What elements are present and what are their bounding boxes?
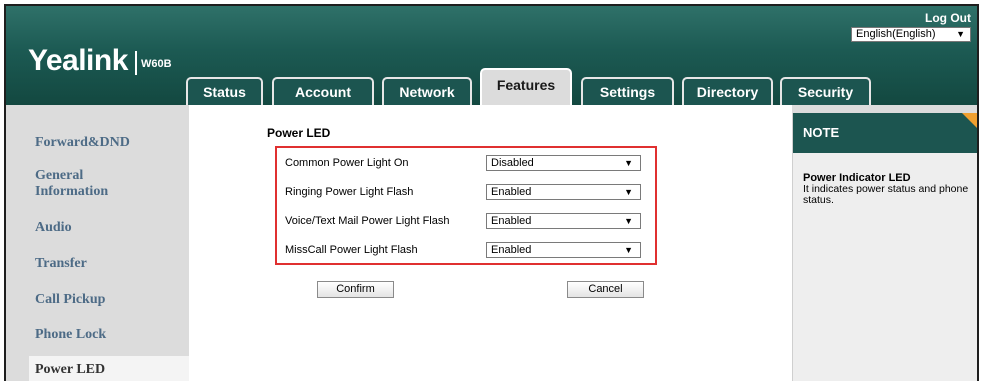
note-title: NOTE: [803, 125, 840, 140]
sidebar-nav: Forward&DND General Information Audio Tr…: [6, 105, 189, 381]
sidebar-item-transfer[interactable]: Transfer: [35, 256, 87, 272]
tab-status[interactable]: Status: [186, 77, 263, 105]
tab-features[interactable]: Features: [480, 68, 572, 105]
chevron-down-icon: ▼: [624, 187, 633, 197]
ringing-power-light-label: Ringing Power Light Flash: [285, 186, 414, 198]
yealink-logo: Yealink: [28, 44, 128, 77]
chevron-down-icon: ▼: [624, 216, 633, 226]
chevron-down-icon: ▼: [624, 245, 633, 255]
sidebar-item-general-information[interactable]: General Information: [35, 168, 135, 200]
sidebar-item-power-led[interactable]: Power LED: [29, 356, 189, 381]
note-header: NOTE: [793, 113, 977, 153]
app-frame: Yealink W60B Log Out English(English) ▼ …: [4, 4, 979, 381]
language-select[interactable]: English(English) ▼: [851, 27, 971, 42]
common-power-light-select[interactable]: Disabled ▼: [486, 155, 641, 171]
tab-network[interactable]: Network: [382, 77, 472, 105]
sidebar-item-call-pickup[interactable]: Call Pickup: [35, 292, 105, 308]
common-power-light-label: Common Power Light On: [285, 157, 409, 169]
sidebar-item-forward-dnd[interactable]: Forward&DND: [35, 135, 130, 151]
voice-mail-power-light-value: Enabled: [491, 215, 532, 227]
tab-account[interactable]: Account: [272, 77, 374, 105]
section-title: Power LED: [267, 126, 331, 140]
model-name: W60B: [141, 58, 172, 70]
ringing-power-light-select[interactable]: Enabled ▼: [486, 184, 641, 200]
chevron-down-icon: ▼: [624, 158, 633, 168]
note-text: It indicates power status and phone stat…: [803, 183, 969, 206]
note-panel: NOTE Power Indicator LED It indicates po…: [792, 113, 977, 381]
language-value: English(English): [856, 28, 936, 40]
main-content: Power LED Common Power Light On Disabled…: [189, 105, 792, 381]
logo-divider: [135, 51, 137, 75]
chevron-down-icon: ▼: [956, 29, 965, 39]
cancel-button[interactable]: Cancel: [567, 281, 644, 298]
misscall-power-light-select[interactable]: Enabled ▼: [486, 242, 641, 258]
misscall-power-light-label: MissCall Power Light Flash: [285, 244, 418, 256]
confirm-button[interactable]: Confirm: [317, 281, 394, 298]
tab-security[interactable]: Security: [780, 77, 871, 105]
voice-mail-power-light-select[interactable]: Enabled ▼: [486, 213, 641, 229]
header-bar: Yealink W60B Log Out English(English) ▼ …: [6, 6, 977, 105]
sidebar-item-audio[interactable]: Audio: [35, 220, 72, 236]
misscall-power-light-value: Enabled: [491, 244, 532, 256]
corner-fold-icon: [962, 113, 977, 131]
logout-link[interactable]: Log Out: [925, 11, 971, 25]
ringing-power-light-value: Enabled: [491, 186, 532, 198]
common-power-light-value: Disabled: [491, 157, 534, 169]
tab-directory[interactable]: Directory: [682, 77, 773, 105]
voice-mail-power-light-label: Voice/Text Mail Power Light Flash: [285, 215, 450, 227]
tab-settings[interactable]: Settings: [581, 77, 674, 105]
sidebar-item-phone-lock[interactable]: Phone Lock: [35, 327, 106, 343]
